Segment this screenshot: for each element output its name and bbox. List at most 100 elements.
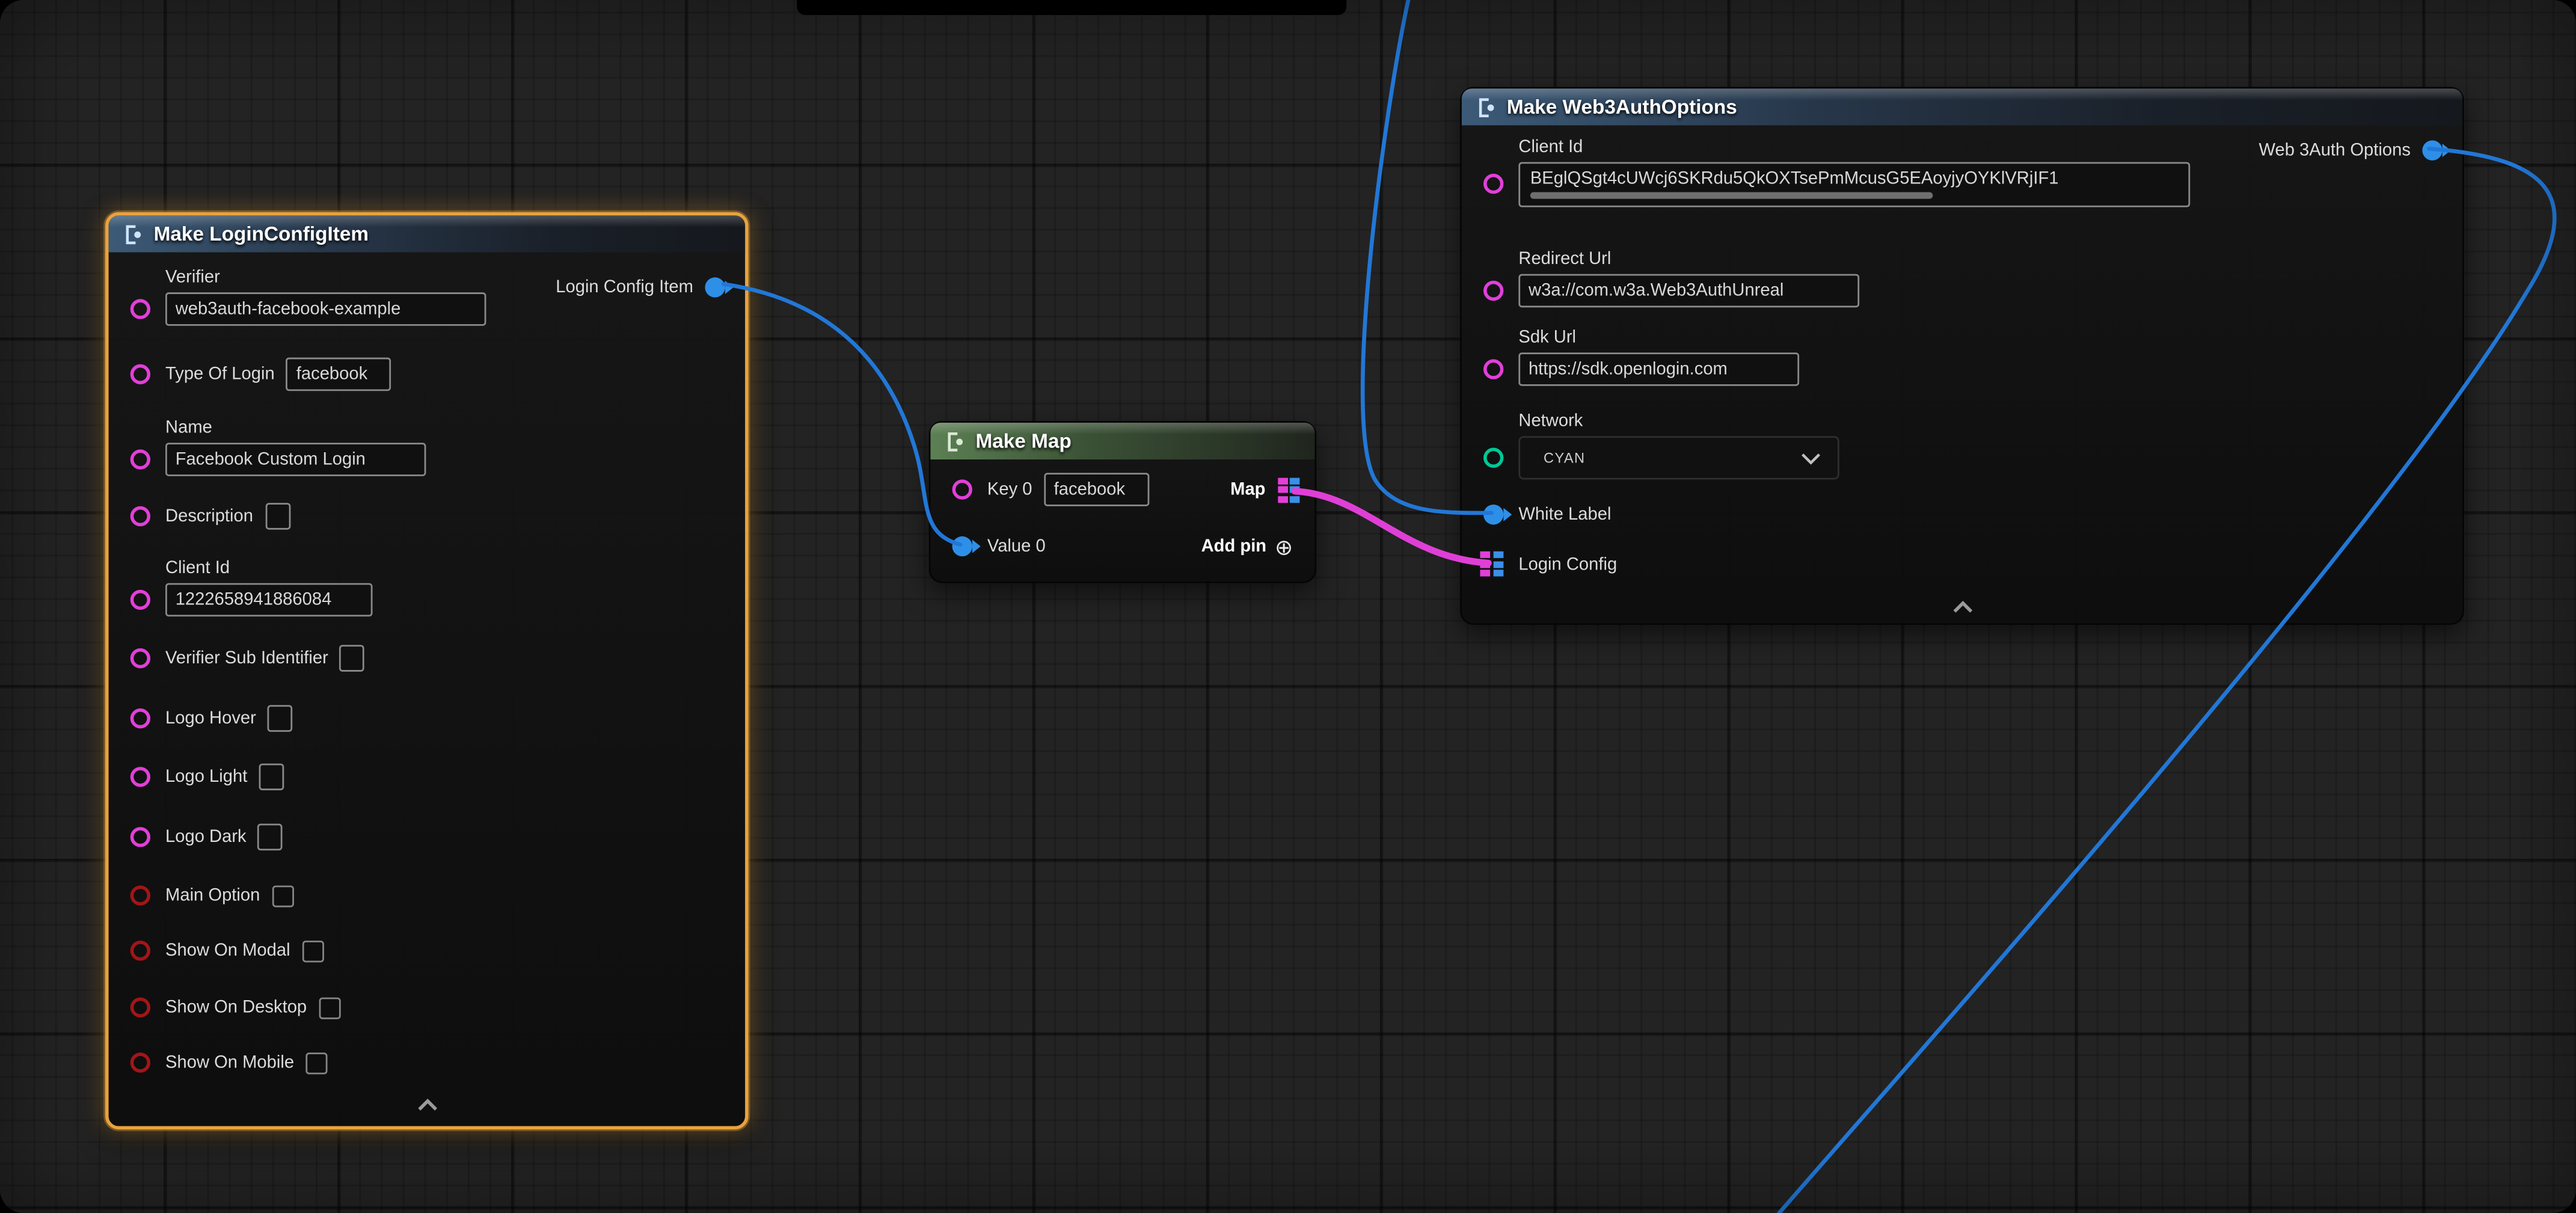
show-on-modal-pin[interactable] <box>130 940 150 960</box>
collapse-node-button[interactable] <box>410 1096 444 1113</box>
node-header-make-map[interactable]: Make Map <box>930 423 1314 459</box>
logo-dark-label: Logo Dark <box>165 827 247 847</box>
field-name: Name <box>109 418 745 476</box>
verifier-sub-identifier-label: Verifier Sub Identifier <box>165 648 328 668</box>
field-verifier-sub-identifier: Verifier Sub Identifier <box>109 642 745 675</box>
sdk-url-input[interactable] <box>1518 352 1799 386</box>
show-on-desktop-checkbox[interactable] <box>319 997 340 1018</box>
logo-hover-label: Logo Hover <box>165 708 256 728</box>
chevron-down-icon <box>1801 452 1821 464</box>
value-0-label: Value 0 <box>987 536 1046 556</box>
network-pin[interactable] <box>1483 447 1503 467</box>
network-selected-value: CYAN <box>1544 449 1585 466</box>
login-config-label: Login Config <box>1518 554 1617 574</box>
node-title: Make Web3AuthOptions <box>1507 95 1737 118</box>
type-of-login-label: Type Of Login <box>165 364 275 384</box>
logo-dark-pin[interactable] <box>130 826 150 846</box>
client-id-value: BEglQSgt4cUWcj6SKRdu5QkOXTsePmMcusG5EAoy… <box>1530 169 2179 189</box>
show-on-modal-label: Show On Modal <box>165 941 290 960</box>
add-pin-button[interactable]: Add pin ⊕ <box>1201 535 1300 557</box>
verifier-input[interactable] <box>165 292 486 326</box>
field-client-id: Client Id <box>109 558 745 616</box>
client-id-input[interactable]: BEglQSgt4cUWcj6SKRdu5QkOXTsePmMcusG5EAoy… <box>1518 162 2190 207</box>
field-verifier: Verifier <box>109 268 745 326</box>
key-0-label: Key 0 <box>987 479 1032 499</box>
client-id-pin[interactable] <box>130 589 150 609</box>
type-of-login-input[interactable] <box>286 358 391 392</box>
field-client-id: Client Id BEglQSgt4cUWcj6SKRdu5QkOXTsePm… <box>1462 137 2462 207</box>
name-label: Name <box>165 418 745 438</box>
field-main-option: Main Option <box>109 879 745 912</box>
main-option-label: Main Option <box>165 885 260 905</box>
row-value-0: Value 0 Add pin ⊕ <box>930 530 1314 564</box>
name-input[interactable] <box>165 443 426 476</box>
node-header-make-loginconfigitem[interactable]: Make LoginConfigItem <box>109 215 745 252</box>
verifier-sub-identifier-pin[interactable] <box>130 648 150 668</box>
sdk-url-label: Sdk Url <box>1518 328 2462 348</box>
field-network: Network CYAN <box>1462 411 2462 479</box>
network-label: Network <box>1518 411 2462 431</box>
redirect-url-input[interactable] <box>1518 274 1859 308</box>
node-title: Make Map <box>975 429 1071 453</box>
redirect-url-pin[interactable] <box>1483 280 1503 299</box>
type-of-login-pin[interactable] <box>130 363 150 383</box>
horizontal-scrollbar[interactable] <box>1530 192 1932 198</box>
row-login-config: Login Config <box>1462 548 2462 582</box>
key-0-input[interactable] <box>1044 473 1149 506</box>
make-struct-icon <box>1475 96 1497 118</box>
main-option-checkbox[interactable] <box>272 885 293 906</box>
logo-hover-pin[interactable] <box>130 708 150 728</box>
logo-hover-input[interactable] <box>268 705 293 731</box>
add-pin-icon: ⊕ <box>1275 535 1293 557</box>
chevron-up-icon <box>415 1098 438 1111</box>
window-top-notch <box>797 0 1346 15</box>
description-pin[interactable] <box>130 505 150 525</box>
field-logo-light: Logo Light <box>109 760 745 794</box>
make-struct-icon <box>122 223 144 245</box>
description-input[interactable] <box>265 503 290 529</box>
chevron-up-icon <box>1951 600 1974 613</box>
field-redirect-url: Redirect Url <box>1462 249 2462 307</box>
description-label: Description <box>165 506 253 526</box>
key-0-pin[interactable] <box>952 479 972 499</box>
graph-canvas[interactable]: Make LoginConfigItem Login Config Item V… <box>0 0 2576 1213</box>
verifier-label: Verifier <box>165 268 745 287</box>
show-on-desktop-pin[interactable] <box>130 997 150 1016</box>
logo-light-input[interactable] <box>259 764 284 790</box>
show-on-desktop-label: Show On Desktop <box>165 998 307 1018</box>
client-id-pin[interactable] <box>1483 174 1503 194</box>
row-key-0: Key 0 Map <box>930 473 1314 506</box>
show-on-modal-checkbox[interactable] <box>302 940 324 962</box>
node-make-map[interactable]: Make Map Key 0 Map Value 0 Add pin ⊕ <box>929 421 1317 583</box>
client-id-input[interactable] <box>165 583 372 617</box>
row-white-label: White Label <box>1462 498 2462 532</box>
add-pin-label: Add pin <box>1201 536 1267 556</box>
field-logo-hover: Logo Hover <box>109 702 745 735</box>
field-description: Description <box>109 500 745 533</box>
sdk-url-pin[interactable] <box>1483 358 1503 378</box>
main-option-pin[interactable] <box>130 885 150 904</box>
node-title: Make LoginConfigItem <box>154 223 369 246</box>
network-dropdown[interactable]: CYAN <box>1518 436 1839 479</box>
node-header-make-web3authoptions[interactable]: Make Web3AuthOptions <box>1462 88 2462 125</box>
white-label-label: White Label <box>1518 505 1611 524</box>
field-show-on-desktop: Show On Desktop <box>109 990 745 1024</box>
logo-light-label: Logo Light <box>165 767 247 787</box>
verifier-sub-identifier-input[interactable] <box>340 645 365 671</box>
node-make-loginconfigitem[interactable]: Make LoginConfigItem Login Config Item V… <box>105 212 749 1129</box>
redirect-url-label: Redirect Url <box>1518 249 2462 269</box>
name-pin[interactable] <box>130 449 150 468</box>
logo-dark-input[interactable] <box>258 824 283 850</box>
client-id-label: Client Id <box>1518 137 2462 157</box>
wire-loginconfigitem-to-value0[interactable] <box>723 284 961 544</box>
show-on-mobile-checkbox[interactable] <box>306 1052 328 1073</box>
show-on-mobile-pin[interactable] <box>130 1052 150 1072</box>
verifier-pin[interactable] <box>130 298 150 318</box>
collapse-node-button[interactable] <box>1945 598 1979 615</box>
field-sdk-url: Sdk Url <box>1462 328 2462 386</box>
wire-map-to-loginconfig[interactable] <box>1295 491 1488 563</box>
make-map-icon <box>944 430 966 452</box>
client-id-label: Client Id <box>165 558 745 578</box>
logo-light-pin[interactable] <box>130 766 150 786</box>
node-make-web3authoptions[interactable]: Make Web3AuthOptions Web 3Auth Options C… <box>1460 87 2464 625</box>
